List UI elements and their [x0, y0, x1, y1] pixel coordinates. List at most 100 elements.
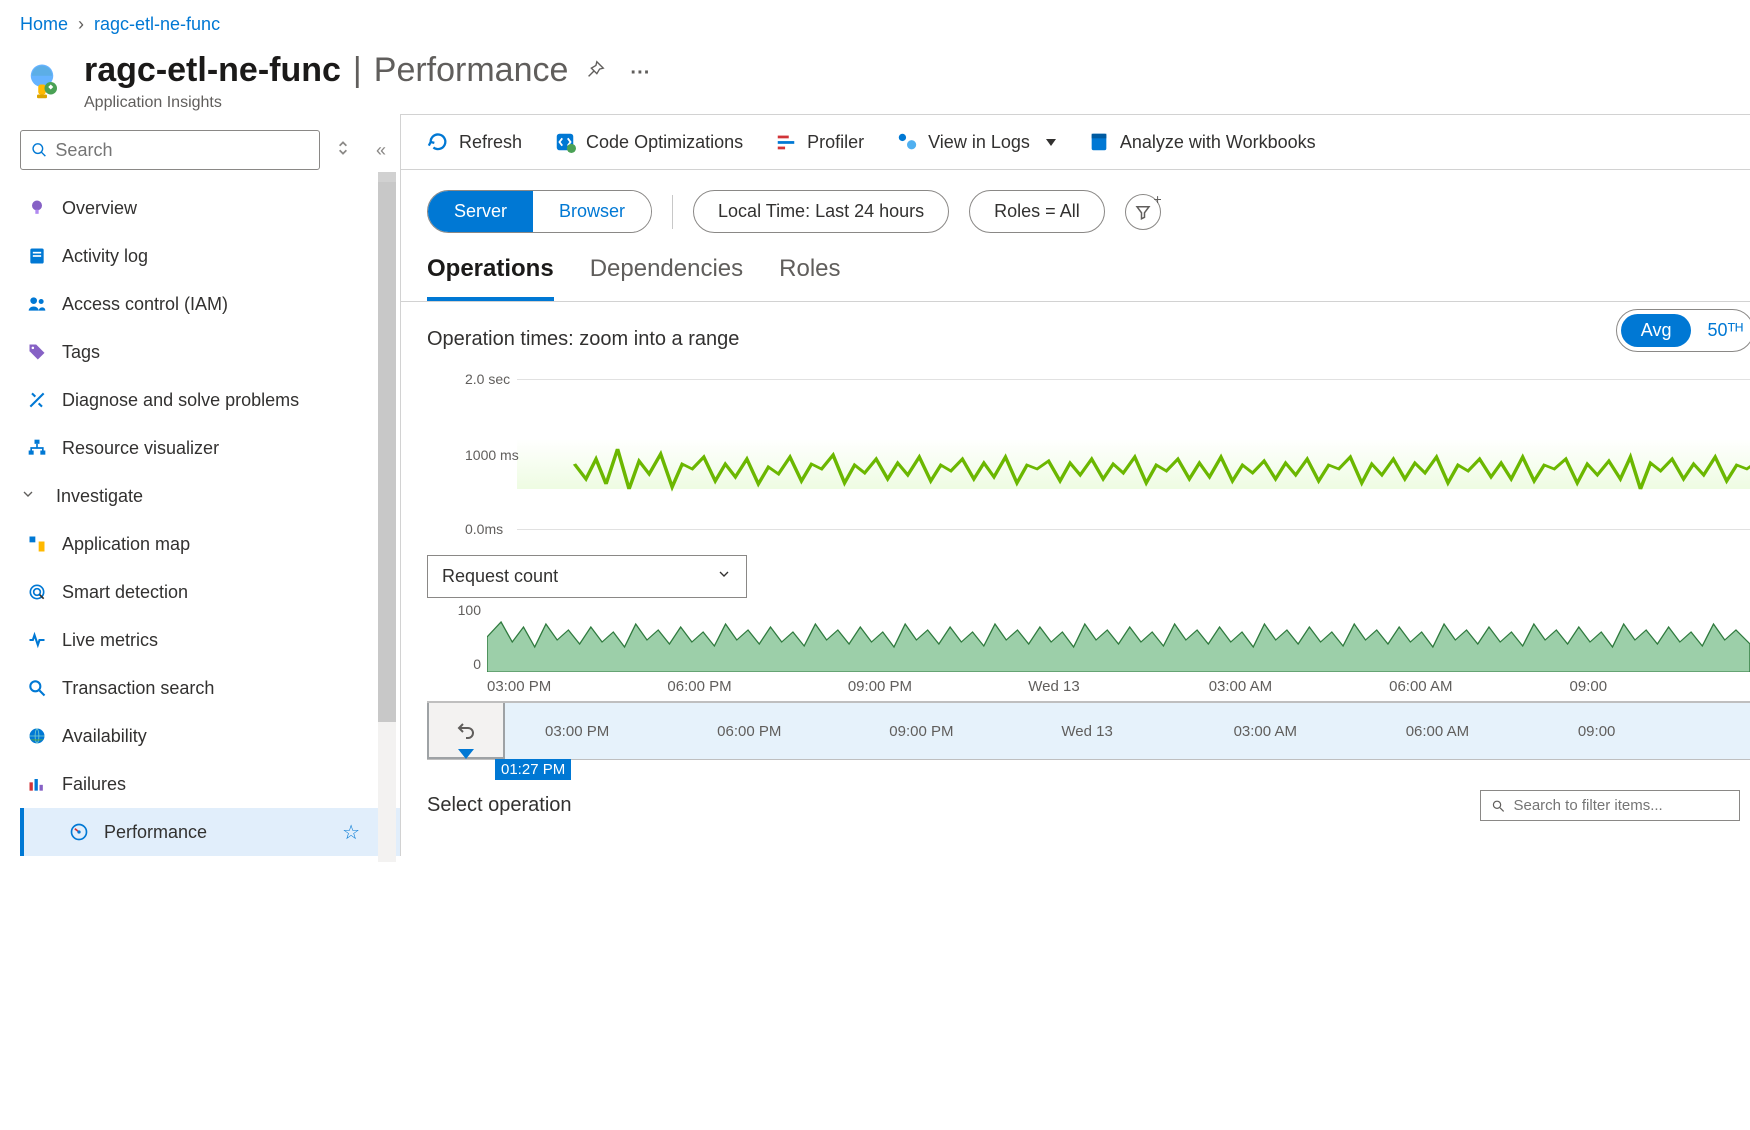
operation-time-chart[interactable]: 2.0 sec 1000 ms 0.0ms [401, 359, 1750, 549]
app-insights-icon [20, 60, 64, 104]
page-title: ragc-etl-ne-func [84, 51, 341, 90]
server-toggle[interactable]: Server [428, 191, 533, 232]
analyze-workbooks-button[interactable]: Analyze with Workbooks [1088, 131, 1316, 153]
current-time-badge: 01:27 PM [495, 759, 571, 780]
sidebar-item-label: Diagnose and solve problems [62, 390, 299, 411]
sidebar-item-tags[interactable]: Tags [20, 328, 400, 376]
sidebar-item-label: Failures [62, 774, 126, 795]
refresh-button[interactable]: Refresh [427, 131, 522, 153]
sidebar-search[interactable] [20, 130, 320, 170]
sidebar-group-investigate[interactable]: Investigate [20, 472, 400, 520]
metric-select-dropdown[interactable]: Request count [427, 555, 747, 598]
sidebar-item-label: Application map [62, 534, 190, 555]
view-in-logs-button[interactable]: View in Logs [896, 131, 1056, 153]
hierarchy-icon [26, 438, 48, 458]
lightbulb-icon [26, 198, 48, 218]
time-axis-zoom[interactable]: 03:00 PM 06:00 PM 09:00 PM Wed 13 03:00 … [427, 701, 1750, 760]
sidebar-item-diagnose[interactable]: Diagnose and solve problems [20, 376, 400, 424]
sidebar-item-overview[interactable]: Overview [20, 184, 400, 232]
area-chart-svg [487, 602, 1750, 672]
radar-icon [26, 582, 48, 602]
sidebar-item-appmap[interactable]: Application map [20, 520, 400, 568]
undo-zoom-button[interactable] [427, 703, 505, 759]
sidebar-item-resource-viz[interactable]: Resource visualizer [20, 424, 400, 472]
breadcrumb-home[interactable]: Home [20, 14, 68, 35]
avg-option[interactable]: Avg [1621, 314, 1692, 347]
browser-toggle[interactable]: Browser [533, 191, 651, 232]
toolbar-label: Code Optimizations [586, 132, 743, 153]
more-icon[interactable]: ··· [630, 62, 650, 85]
code-optimizations-button[interactable]: Code Optimizations [554, 131, 743, 153]
sidebar-item-label: Overview [62, 198, 137, 219]
breadcrumb-resource[interactable]: ragc-etl-ne-func [94, 14, 220, 35]
filter-divider [672, 195, 673, 229]
y-axis-label: 0 [473, 656, 481, 672]
log-icon [26, 246, 48, 266]
toolbar-label: Profiler [807, 132, 864, 153]
sidebar: « Overview Activity log Access control [0, 120, 400, 856]
favorite-icon[interactable]: ☆ [342, 820, 360, 845]
sidebar-item-availability[interactable]: Availability [20, 712, 400, 760]
server-browser-toggle[interactable]: Server Browser [427, 190, 652, 233]
gauge-icon [68, 822, 90, 842]
metric-select-label: Request count [442, 566, 558, 587]
main-content: Refresh Code Optimizations Profiler View… [400, 114, 1750, 856]
p50-option[interactable]: 50ᵀᴴ [1707, 320, 1749, 341]
wrench-icon [26, 390, 48, 410]
request-count-chart[interactable]: 100 0 [487, 602, 1750, 672]
operation-list-header: Select operation [401, 760, 1750, 821]
operation-filter-search[interactable] [1480, 790, 1740, 821]
sidebar-item-smart[interactable]: Smart detection [20, 568, 400, 616]
tab-dependencies[interactable]: Dependencies [590, 255, 743, 301]
sidebar-group-label: Investigate [56, 486, 143, 507]
percentile-toggle[interactable]: Avg 50ᵀᴴ [1616, 309, 1750, 352]
sidebar-item-activity[interactable]: Activity log [20, 232, 400, 280]
sidebar-search-input[interactable] [55, 140, 309, 161]
appmap-icon [26, 534, 48, 554]
operation-filter-input[interactable] [1513, 797, 1729, 814]
tab-roles[interactable]: Roles [779, 255, 840, 301]
sidebar-item-label: Live metrics [62, 630, 158, 651]
tag-icon [26, 342, 48, 362]
sidebar-scrollbar[interactable] [378, 172, 396, 862]
command-bar: Refresh Code Optimizations Profiler View… [401, 115, 1750, 170]
pin-icon[interactable] [584, 59, 606, 87]
time-range-pill[interactable]: Local Time: Last 24 hours [693, 190, 949, 233]
filter-bar: Server Browser Local Time: Last 24 hours… [401, 170, 1750, 233]
tab-operations[interactable]: Operations [427, 255, 554, 301]
breadcrumb: Home › ragc-etl-ne-func [0, 0, 1750, 45]
sidebar-item-label: Performance [104, 822, 207, 843]
sidebar-item-iam[interactable]: Access control (IAM) [20, 280, 400, 328]
expand-icon[interactable] [336, 139, 350, 162]
people-icon [26, 294, 48, 314]
line-chart-svg [517, 369, 1750, 539]
y-axis-label: 0.0ms [465, 521, 503, 537]
globe-icon [26, 726, 48, 746]
toolbar-label: View in Logs [928, 132, 1030, 153]
sidebar-item-label: Access control (IAM) [62, 294, 228, 315]
page-subtitle: Application Insights [84, 94, 650, 112]
sidebar-item-performance[interactable]: Performance ☆ [20, 808, 400, 856]
add-filter-button[interactable]: + [1125, 194, 1161, 230]
sidebar-item-label: Availability [62, 726, 147, 747]
sidebar-item-txn[interactable]: Transaction search [20, 664, 400, 712]
perf-tabs: Operations Dependencies Roles [401, 233, 1750, 302]
bars-icon [26, 774, 48, 794]
sidebar-item-label: Activity log [62, 246, 148, 267]
pulse-icon [26, 630, 48, 650]
profiler-button[interactable]: Profiler [775, 131, 864, 153]
toolbar-label: Refresh [459, 132, 522, 153]
chevron-down-icon [716, 566, 732, 587]
page-header: ragc-etl-ne-func | Performance ··· Appli… [0, 45, 1750, 120]
sidebar-item-live[interactable]: Live metrics [20, 616, 400, 664]
sidebar-item-label: Smart detection [62, 582, 188, 603]
y-axis-label: 1000 ms [465, 447, 519, 463]
sidebar-item-label: Tags [62, 342, 100, 363]
time-axis-top: 03:00 PM 06:00 PM 09:00 PM Wed 13 03:00 … [487, 672, 1750, 701]
sidebar-item-label: Resource visualizer [62, 438, 219, 459]
roles-filter-pill[interactable]: Roles = All [969, 190, 1105, 233]
sidebar-item-label: Transaction search [62, 678, 214, 699]
breadcrumb-sep: › [78, 14, 84, 35]
collapse-sidebar-icon[interactable]: « [376, 140, 386, 161]
sidebar-item-failures[interactable]: Failures [20, 760, 400, 808]
